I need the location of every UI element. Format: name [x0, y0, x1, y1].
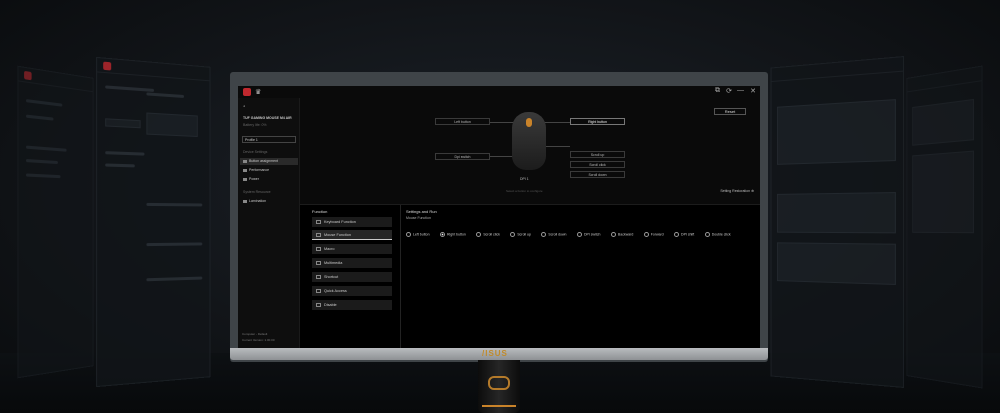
radio-double-click[interactable]: Double click: [704, 231, 731, 237]
app-logo: [243, 88, 251, 96]
title-bar: ♛ ⧉ ⟳ — ✕: [238, 86, 760, 98]
function-macro[interactable]: Macro: [312, 244, 392, 254]
section-device-settings: Device Settings: [243, 150, 268, 154]
brand-logo: /ISUS: [482, 349, 508, 358]
monitor-bezel: ♛ ⧉ ⟳ — ✕ ◂ TUF GAMING MOUSE M4 AIR Batt…: [230, 72, 768, 362]
battery-status: Battery life: 0%: [243, 123, 267, 127]
function-title: Function: [312, 209, 328, 214]
disable-icon: [316, 303, 321, 307]
sidebar-item-button-assignment[interactable]: Button assignment: [243, 159, 278, 163]
macro-icon: [316, 247, 321, 251]
mouse-icon: [316, 233, 321, 237]
radio-backward[interactable]: Backward: [610, 231, 633, 237]
dpi-readout: DPI 1: [520, 177, 529, 181]
label-right-button[interactable]: Right button: [570, 118, 625, 125]
back-icon[interactable]: ◂: [243, 104, 245, 108]
monitor-stand: [478, 360, 520, 413]
hint-text: Select a button to configure: [506, 189, 543, 193]
label-dpi-switch[interactable]: Dpi switch: [435, 153, 490, 160]
function-mouse[interactable]: Mouse Function: [312, 230, 392, 240]
mouse-diagram: [512, 112, 546, 170]
scroll-wheel[interactable]: [526, 118, 532, 127]
quick-access-icon: [316, 289, 321, 293]
sidebar-item-power[interactable]: Power: [243, 177, 259, 181]
settings-subtitle: Mouse Function: [406, 216, 431, 220]
sidebar-item-performance[interactable]: Performance: [243, 168, 269, 172]
radio-right-button[interactable]: Right button: [440, 231, 466, 237]
section-system-resource: System Resource: [243, 190, 271, 194]
shortcut-icon: [316, 275, 321, 279]
ghost-panel-left-far: [17, 65, 94, 379]
window-restore-icon[interactable]: ⧉: [715, 87, 720, 95]
panel-divider: [400, 205, 401, 348]
reset-button[interactable]: Reset: [714, 108, 746, 115]
profile-select[interactable]: Profile 1: [242, 136, 296, 143]
sidebar-item-lamination[interactable]: Lamination: [243, 199, 266, 203]
refresh-icon[interactable]: ⟳: [726, 87, 732, 95]
function-shortcut[interactable]: Shortcut: [312, 272, 392, 282]
radio-dpi-switch[interactable]: DPI switch: [576, 231, 600, 237]
radio-forward[interactable]: Forward: [643, 231, 664, 237]
radio-dpi-shift[interactable]: DPI shift: [674, 231, 694, 237]
keyboard-icon: [316, 220, 321, 224]
settings-title: Settings and Run: [406, 209, 437, 214]
close-icon[interactable]: ✕: [750, 87, 756, 95]
function-disable[interactable]: Disable: [312, 300, 392, 310]
radio-scroll-down[interactable]: Scroll down: [541, 231, 566, 237]
function-multimedia[interactable]: Multimedia: [312, 258, 392, 268]
radio-scroll-click[interactable]: Scroll click: [476, 231, 500, 237]
app-screen: ♛ ⧉ ⟳ — ✕ ◂ TUF GAMING MOUSE M4 AIR Batt…: [238, 86, 760, 348]
setting-restoration-link[interactable]: Setting Restoration ⊕: [720, 189, 754, 193]
device-name: TUF GAMING MOUSE M4 AIR: [243, 116, 292, 120]
function-quick-access[interactable]: Quick Access: [312, 286, 392, 296]
device-icon[interactable]: ♛: [255, 88, 261, 96]
mouse-function-options: Left button Right button Scroll click Sc…: [406, 222, 737, 240]
radio-left-button[interactable]: Left button: [406, 231, 430, 237]
radio-scroll-up[interactable]: Scroll up: [510, 231, 531, 237]
ghost-panel-right-far: [906, 65, 983, 389]
function-keyboard[interactable]: Keyboard Function: [312, 217, 392, 227]
label-left-button[interactable]: Left button: [435, 118, 490, 125]
label-scroll-click[interactable]: Scroll click: [570, 161, 625, 168]
button-map-panel: Reset Left button Right button Dpi switc…: [300, 98, 760, 204]
multimedia-icon: [316, 261, 321, 265]
ghost-panel-left-near: [96, 56, 211, 388]
function-panel: Function Keyboard Function Mouse Functio…: [300, 204, 760, 348]
label-scroll-down[interactable]: Scroll down: [570, 171, 625, 178]
footer-profile: Computer - Default: [242, 332, 268, 336]
ghost-panel-right-near: [770, 56, 905, 388]
label-scroll-up[interactable]: Scroll up: [570, 151, 625, 158]
sidebar: ◂ TUF GAMING MOUSE M4 AIR Battery life: …: [238, 98, 300, 348]
footer-version: Current Version: 1.00.00: [242, 338, 275, 342]
minimize-icon[interactable]: —: [737, 87, 744, 94]
